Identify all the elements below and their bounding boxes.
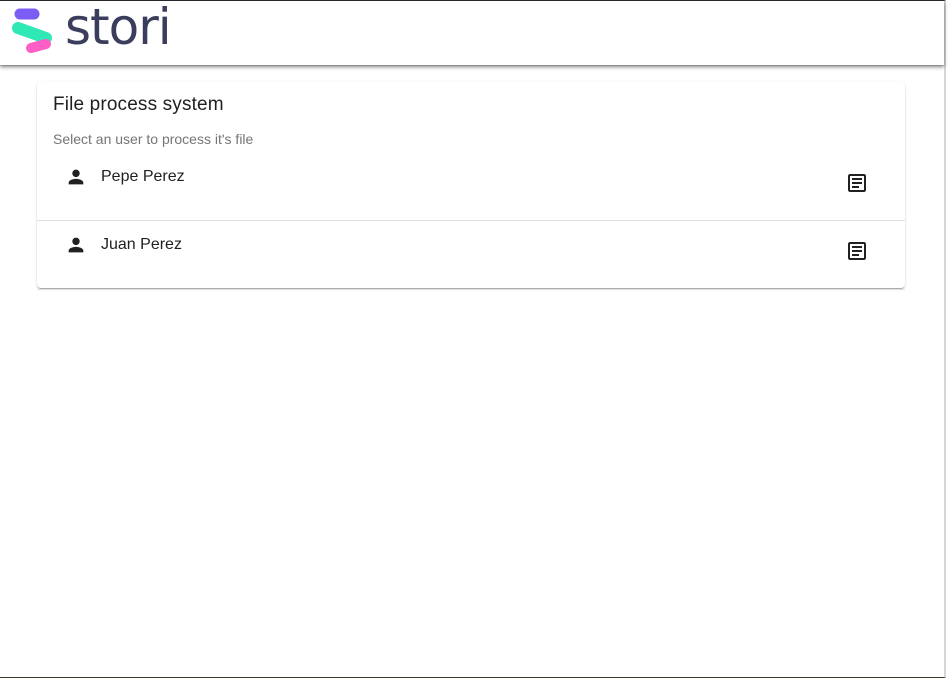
brand-logo[interactable]: stori [10, 0, 172, 56]
stori-logo-mark-icon [12, 8, 52, 53]
file-document-icon[interactable] [845, 239, 869, 263]
brand-name: stori [65, 0, 172, 56]
user-row-pepe-perez[interactable]: Pepe Perez [37, 152, 905, 221]
person-icon [68, 169, 84, 185]
app-bar: stori [0, 1, 944, 65]
file-process-card: File process system Select an user to pr… [37, 82, 905, 290]
user-row-juan-perez[interactable]: Juan Perez [37, 221, 905, 290]
person-icon [68, 237, 84, 253]
card-subtitle: Select an user to process it's file [53, 131, 254, 147]
file-document-icon[interactable] [845, 171, 869, 195]
user-list: Pepe Perez Juan Perez [37, 152, 905, 290]
user-name: Juan Perez [101, 236, 182, 253]
user-name: Pepe Perez [101, 168, 185, 185]
page-title: File process system [53, 94, 224, 115]
